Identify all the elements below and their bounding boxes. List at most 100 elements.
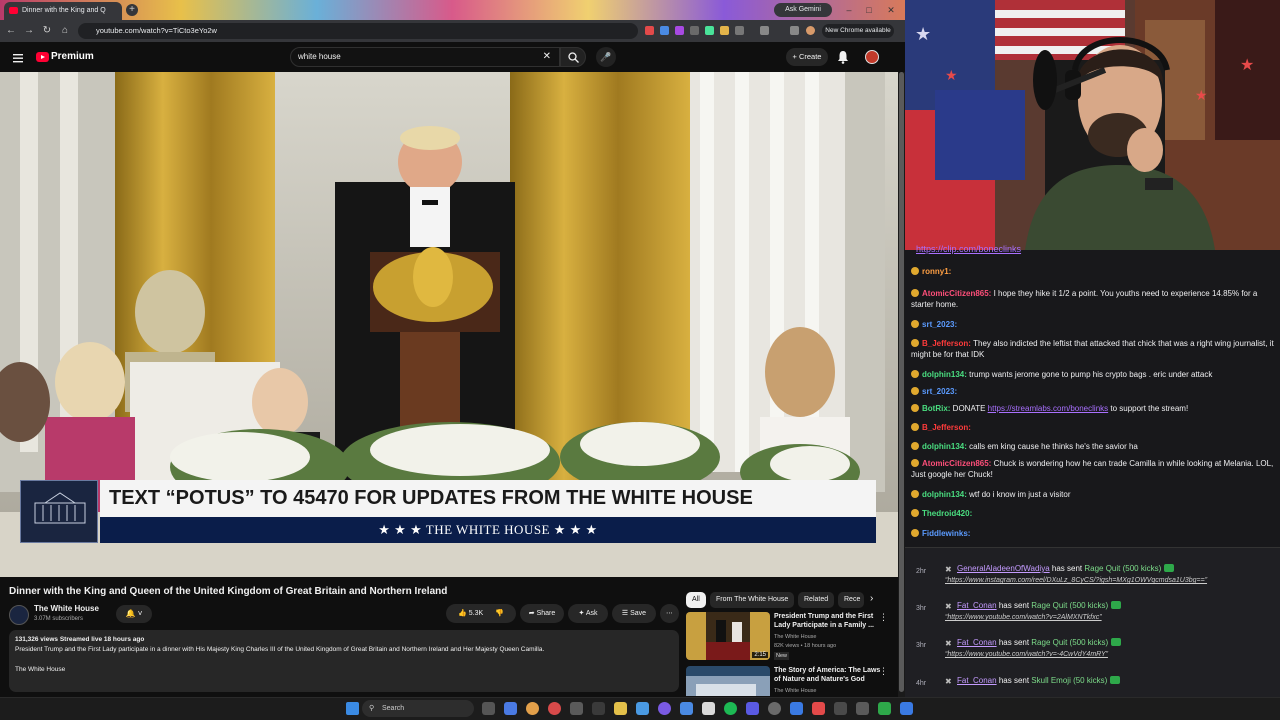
subscription-bell-button[interactable]: 🔔 ˅ xyxy=(116,605,152,623)
forward-icon[interactable]: → xyxy=(22,23,36,39)
taskbar-app-icon[interactable] xyxy=(570,702,583,715)
downloads-icon[interactable] xyxy=(790,26,799,35)
chip-recent[interactable]: Rece xyxy=(838,592,864,608)
chat-username[interactable]: ronny1: xyxy=(922,267,951,276)
notifications-bell-icon[interactable] xyxy=(837,50,849,64)
event-username[interactable]: Fat_Conan xyxy=(957,601,997,610)
event-username[interactable]: Fat_Conan xyxy=(957,676,997,685)
search-button[interactable] xyxy=(560,47,586,67)
taskbar-app-icon[interactable] xyxy=(702,702,715,715)
chip-from-channel[interactable]: From The White House xyxy=(710,592,795,608)
save-playlist-icon: ☰ xyxy=(621,610,631,617)
account-avatar[interactable] xyxy=(865,50,879,64)
description-text: President Trump and the First Lady parti… xyxy=(15,646,545,653)
spotify-icon[interactable] xyxy=(724,702,737,715)
taskbar-app-icon[interactable] xyxy=(812,702,825,715)
menu-icon[interactable] xyxy=(12,51,24,63)
maximize-button[interactable]: □ xyxy=(860,2,878,18)
more-options-icon[interactable]: ⋮ xyxy=(879,612,888,623)
new-chrome-available-button[interactable]: New Chrome available xyxy=(822,24,894,38)
taskbar-app-icon[interactable] xyxy=(680,702,693,715)
chat-link[interactable]: https://streamlabs.com/boneclinks xyxy=(988,404,1109,413)
chat-username[interactable]: B_Jefferson: xyxy=(922,339,973,348)
task-view-icon[interactable] xyxy=(482,702,495,715)
channel-name[interactable]: The White House xyxy=(34,604,99,613)
recommended-video[interactable]: The Story of America: The Laws of Nature… xyxy=(686,666,898,696)
reload-icon[interactable]: ↻ xyxy=(40,23,54,39)
ask-button[interactable]: ✦ Ask xyxy=(568,604,608,623)
description-box[interactable]: 131,326 views Streamed live 18 hours ago… xyxy=(9,630,679,692)
chat-username[interactable]: srt_2023: xyxy=(922,387,957,396)
chat-username[interactable]: srt_2023: xyxy=(922,320,957,329)
ask-gemini-button[interactable]: Ask Gemini xyxy=(774,3,832,17)
minimize-button[interactable]: – xyxy=(840,2,858,18)
extension-icon[interactable] xyxy=(735,26,744,35)
more-actions-button[interactable]: ⋯ xyxy=(660,604,679,623)
close-window-button[interactable]: ✕ xyxy=(882,2,900,18)
extension-icon[interactable] xyxy=(660,26,669,35)
chat-username[interactable]: dolphin134: xyxy=(922,442,969,451)
chrome-icon[interactable] xyxy=(526,702,539,715)
taskbar-app-icon[interactable] xyxy=(878,702,891,715)
voice-search-button[interactable]: 🎤 xyxy=(596,47,616,67)
url-field[interactable]: youtube.com/watch?v=TiCto3eYo2w xyxy=(78,23,638,39)
new-tab-button[interactable]: + xyxy=(126,4,138,16)
extension-icon[interactable] xyxy=(675,26,684,35)
taskbar-app-icon[interactable] xyxy=(768,702,781,715)
chip-all[interactable]: All xyxy=(686,592,706,608)
chat-text: trump wants jerome gone to pump his cryp… xyxy=(969,370,1213,379)
taskbar-app-icon[interactable] xyxy=(504,702,517,715)
chat-username[interactable]: B_Jefferson: xyxy=(922,423,971,432)
recommended-video[interactable]: 2:15 President Trump and the First Lady … xyxy=(686,612,898,660)
share-button[interactable]: ➦ Share xyxy=(520,604,564,623)
save-button[interactable]: ☰ Save xyxy=(612,604,656,623)
taskbar-app-icon[interactable] xyxy=(856,702,869,715)
event-link[interactable]: “https://www.youtube.com/watch?v=-4CwVdY… xyxy=(945,651,1108,658)
extension-icon[interactable] xyxy=(720,26,729,35)
more-options-icon[interactable]: ⋮ xyxy=(879,666,888,677)
clear-search-icon[interactable]: ✕ xyxy=(543,48,551,66)
event-username[interactable]: Fat_Conan xyxy=(957,638,997,647)
taskbar-app-icon[interactable] xyxy=(592,702,605,715)
chevron-right-icon[interactable]: › xyxy=(870,593,873,604)
taskbar-app-icon[interactable] xyxy=(900,702,913,715)
chat-username[interactable]: BotRix: xyxy=(922,404,953,413)
channel-avatar[interactable] xyxy=(9,605,29,625)
chat-username[interactable]: Fiddlewinks: xyxy=(922,529,970,538)
event-link[interactable]: “https://www.instagram.com/reel/DXuLz_8C… xyxy=(945,577,1207,584)
taskbar-app-icon[interactable] xyxy=(790,702,803,715)
like-button[interactable]: 👍 5.3K xyxy=(458,610,483,617)
pinned-link[interactable]: https://clip.com/boneclinks xyxy=(916,244,1021,254)
file-explorer-icon[interactable] xyxy=(614,702,627,715)
taskbar-app-icon[interactable] xyxy=(636,702,649,715)
chat-username[interactable]: AtomicCitizen865: xyxy=(922,289,994,298)
chat-username[interactable]: AtomicCitizen865: xyxy=(922,459,994,468)
taskbar-app-icon[interactable] xyxy=(834,702,847,715)
profile-avatar[interactable] xyxy=(806,26,815,35)
search-input[interactable]: white house ✕ xyxy=(290,47,560,67)
chat-username[interactable]: Thedroid420: xyxy=(922,509,972,518)
event-username[interactable]: GeneralAladeenOfWadiya xyxy=(957,564,1050,573)
taskbar-search[interactable]: ⚲ Search xyxy=(362,700,474,717)
taskbar-app-icon[interactable] xyxy=(548,702,561,715)
chat-text: calls em king cause he thinks he's the s… xyxy=(969,442,1138,451)
sidepanel-icon[interactable] xyxy=(760,26,769,35)
extension-icon[interactable] xyxy=(705,26,714,35)
create-button[interactable]: + Create xyxy=(786,48,828,66)
back-icon[interactable]: ← xyxy=(4,23,18,39)
taskbar-app-icon[interactable] xyxy=(658,702,671,715)
chip-related[interactable]: Related xyxy=(798,592,835,608)
dislike-button[interactable]: 👎 xyxy=(495,610,504,617)
stream-event: 2hr ✖ GeneralAladeenOfWadiya has sent Rage… xyxy=(905,560,1280,597)
chat-username[interactable]: dolphin134: xyxy=(922,490,969,499)
taskbar-app-icon[interactable] xyxy=(746,702,759,715)
extension-icon[interactable] xyxy=(690,26,699,35)
page-scrollbar[interactable] xyxy=(898,72,905,697)
chat-username[interactable]: dolphin134: xyxy=(922,370,969,379)
youtube-logo[interactable]: Premium xyxy=(36,51,94,63)
windows-start-icon[interactable] xyxy=(346,702,359,715)
browser-tab[interactable]: Dinner with the King and Q xyxy=(4,2,122,20)
event-link[interactable]: “https://www.youtube.com/watch?v=2AlMXNT… xyxy=(945,614,1102,621)
extension-icon[interactable] xyxy=(645,26,654,35)
home-icon[interactable]: ⌂ xyxy=(58,23,72,39)
